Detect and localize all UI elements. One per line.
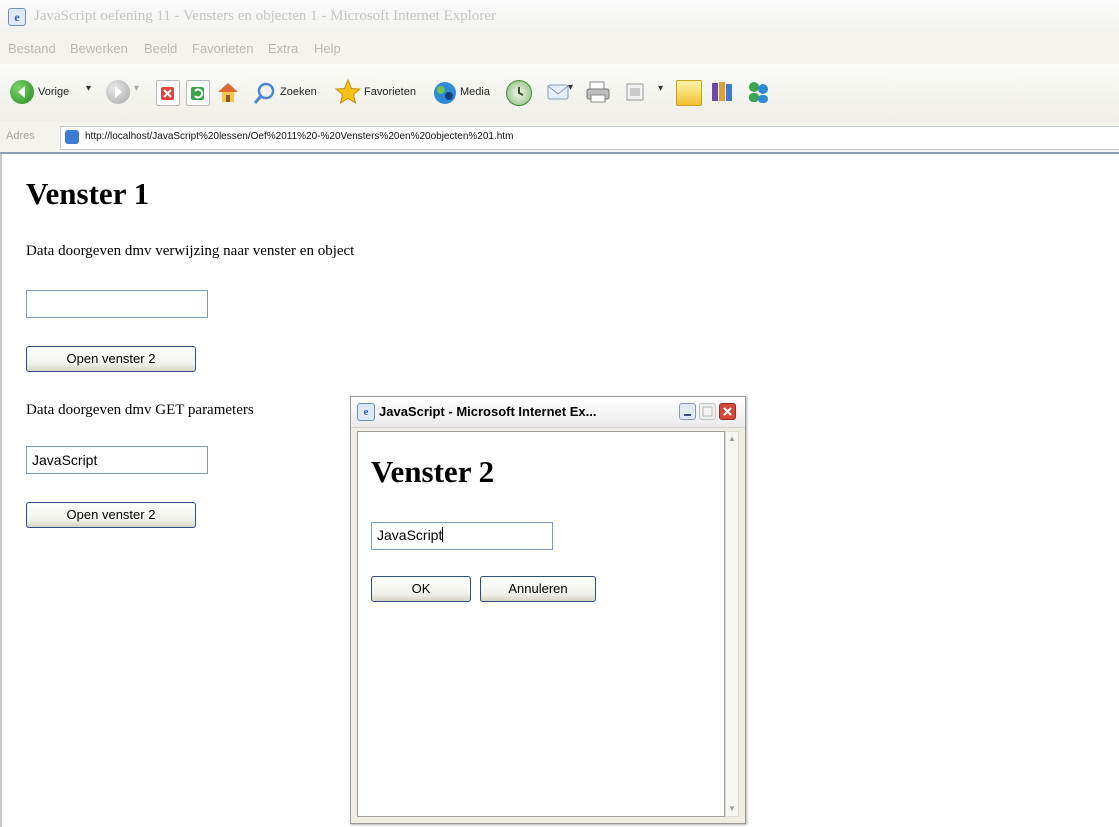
messenger-button[interactable] <box>744 78 774 106</box>
maximize-button[interactable] <box>699 403 716 420</box>
scroll-up-icon[interactable]: ▲ <box>727 434 737 444</box>
window-titlebar: e JavaScript oefening 11 - Vensters en o… <box>0 0 1119 35</box>
address-label: Adres <box>6 130 35 142</box>
messenger-people-icon <box>749 82 768 103</box>
home-button[interactable] <box>214 78 242 106</box>
media-icon <box>434 82 456 104</box>
minimize-icon <box>684 414 691 416</box>
ie-page-icon: e <box>357 403 375 421</box>
page-favicon-icon <box>65 130 79 144</box>
menu-item-extra[interactable]: Extra <box>268 41 298 56</box>
address-bar: Adres http://localhost/JavaScript%20less… <box>0 122 1119 154</box>
research-books-icon <box>712 82 732 101</box>
print-button[interactable] <box>584 78 612 106</box>
menu-bar: Bestand Bewerken Beeld Favorieten Extra … <box>0 34 1119 65</box>
back-arrow-icon <box>10 80 34 104</box>
edit-page-icon <box>626 83 644 101</box>
open-venster2-button-1[interactable]: Open venster 2 <box>26 346 196 372</box>
home-icon <box>218 83 238 102</box>
page-heading: Venster 1 <box>26 176 150 211</box>
favorites-label: Favorieten <box>364 86 416 98</box>
popup-scrollbar[interactable]: ▲ ▼ <box>725 431 739 817</box>
popup-title: JavaScript - Microsoft Internet Ex... <box>379 404 597 419</box>
history-clock-icon <box>518 87 524 96</box>
popup-input-value: JavaScript <box>377 527 443 543</box>
window-title: JavaScript oefening 11 - Vensters en obj… <box>34 8 496 24</box>
minimize-button[interactable] <box>679 403 696 420</box>
scroll-down-icon[interactable]: ▼ <box>727 804 737 814</box>
menu-item-bestand[interactable]: Bestand <box>8 41 56 56</box>
text-caret <box>442 527 444 542</box>
mail-button[interactable]: ▾ <box>546 78 576 106</box>
back-label: Vorige <box>38 86 70 98</box>
back-button[interactable]: Vorige ▾ <box>6 78 104 108</box>
favorites-star-icon <box>334 78 362 105</box>
forward-arrow-icon <box>115 86 122 98</box>
maximize-icon <box>702 406 713 417</box>
close-icon <box>723 407 732 416</box>
menu-item-beeld[interactable]: Beeld <box>144 41 177 56</box>
stop-x-icon <box>161 87 174 100</box>
back-dropdown-icon[interactable]: ▾ <box>86 83 91 94</box>
edit-button[interactable] <box>624 80 646 104</box>
popup-document: Venster 2 JavaScript OK Annuleren <box>357 431 725 817</box>
popup-window: e JavaScript - Microsoft Internet Ex... … <box>350 396 746 824</box>
forward-dropdown-icon[interactable]: ▾ <box>134 83 139 94</box>
stop-button[interactable] <box>156 80 180 106</box>
discuss-button[interactable] <box>676 80 702 106</box>
refresh-icon <box>191 87 204 100</box>
close-button[interactable] <box>719 403 736 420</box>
menu-item-favorieten[interactable]: Favorieten <box>192 41 253 56</box>
cancel-button[interactable]: Annuleren <box>480 576 596 602</box>
edit-dropdown-icon[interactable]: ▾ <box>658 83 663 94</box>
popup-text-input[interactable]: JavaScript <box>371 522 553 550</box>
search-label: Zoeken <box>280 86 317 98</box>
research-button[interactable] <box>708 78 736 106</box>
refresh-button[interactable] <box>186 80 210 106</box>
section2-text: Data doorgeven dmv GET parameters <box>26 402 254 418</box>
ok-button[interactable]: OK <box>371 576 471 602</box>
search-button[interactable]: Zoeken <box>252 78 336 108</box>
reference-data-input[interactable] <box>26 290 208 318</box>
open-venster2-button-2[interactable]: Open venster 2 <box>26 502 196 528</box>
popup-titlebar[interactable]: e JavaScript - Microsoft Internet Ex... <box>351 397 745 428</box>
address-input[interactable]: http://localhost/JavaScript%20lessen/Oef… <box>60 126 1119 150</box>
get-parameter-input[interactable] <box>26 446 208 474</box>
history-button[interactable] <box>506 80 532 106</box>
toolbar: Vorige ▾ ▾ Zoeken Favorieten Media ▾ ▾ <box>0 64 1119 123</box>
ie-page-icon: e <box>8 8 26 26</box>
print-icon <box>586 81 610 103</box>
popup-heading: Venster 2 <box>371 454 495 489</box>
menu-item-bewerken[interactable]: Bewerken <box>70 41 128 56</box>
forward-button[interactable] <box>106 80 130 104</box>
media-button[interactable]: Media <box>432 78 502 108</box>
mail-dropdown-icon[interactable]: ▾ <box>568 82 573 93</box>
address-url[interactable]: http://localhost/JavaScript%20lessen/Oef… <box>85 131 513 142</box>
media-label: Media <box>460 86 490 98</box>
section1-text: Data doorgeven dmv verwijzing naar venst… <box>26 243 355 259</box>
menu-item-help[interactable]: Help <box>314 41 341 56</box>
search-magnifier-icon <box>253 82 275 104</box>
favorites-button[interactable]: Favorieten <box>334 78 434 108</box>
